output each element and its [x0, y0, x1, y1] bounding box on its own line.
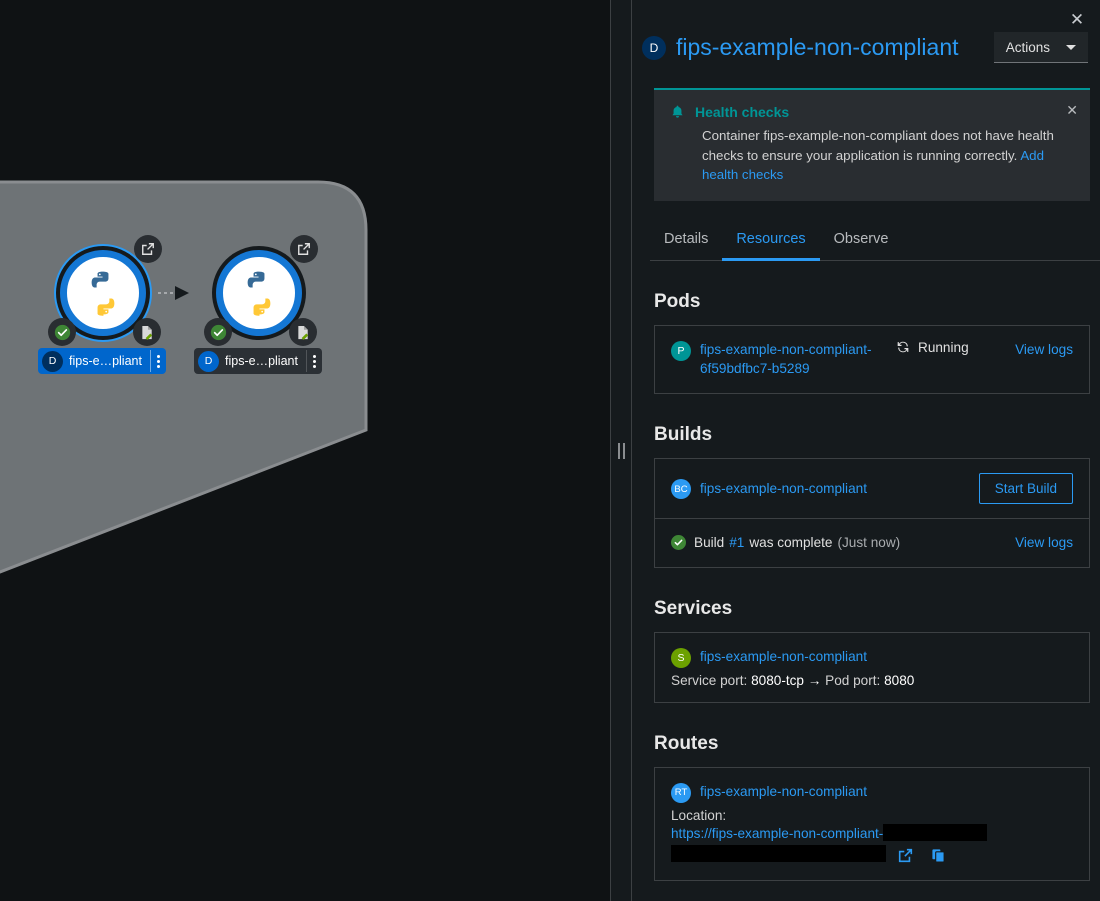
node-label-badge: D	[198, 350, 219, 372]
pod-status-text: Running	[918, 339, 969, 355]
route-name-link[interactable]: fips-example-non-compliant	[700, 782, 867, 802]
node-label-text: fips-e…pliant	[69, 354, 142, 368]
pod-badge-icon: P	[671, 340, 691, 361]
topology-graph	[0, 180, 368, 574]
grip-icon	[617, 442, 625, 459]
node-label-selected[interactable]: D fips-e…pliant	[38, 348, 166, 374]
alert-title-row: Health checks	[670, 104, 1076, 120]
tab-observe[interactable]: Observe	[820, 219, 903, 261]
chevron-down-icon	[1066, 45, 1076, 50]
app-root: D fips-e…pliant D fips-e…pliant ✕ D fips…	[0, 0, 1100, 901]
service-row: S fips-example-non-compliant Service por…	[655, 633, 1089, 702]
bell-icon	[672, 105, 683, 118]
arrow-icon: →	[807, 672, 822, 688]
pods-heading: Pods	[654, 290, 701, 312]
builds-heading: Builds	[654, 424, 713, 445]
external-link-icon[interactable]	[134, 235, 162, 263]
node-context-menu-icon[interactable]	[149, 350, 164, 372]
routes-section: Routes RT fips-example-non-compliant Loc…	[632, 733, 1100, 882]
route-url: https://fips-example-non-compliant-	[671, 823, 1073, 867]
actions-button[interactable]: Actions	[993, 32, 1088, 63]
build-icon[interactable]	[133, 318, 161, 346]
resource-sidebar: ✕ D fips-example-non-compliant Actions H…	[632, 0, 1100, 901]
topology-node-selected[interactable]: D fips-e…pliant	[38, 235, 190, 390]
alert-body: Container fips-example-non-compliant doe…	[702, 126, 1076, 185]
builds-section: Builds BC fips-example-non-compliant Sta…	[632, 424, 1100, 568]
redaction-block	[671, 845, 886, 863]
sidebar-bottom-spacer	[632, 881, 1100, 901]
check-circle-icon	[671, 535, 686, 551]
pods-card: P fips-example-non-compliant-6f59bdfbc7-…	[654, 324, 1090, 394]
build-prefix: Build	[694, 535, 725, 551]
pod-status: Running	[896, 340, 969, 355]
build-number-link[interactable]: #1	[729, 533, 744, 553]
services-heading: Services	[654, 597, 733, 619]
node-label-text: fips-e…pliant	[225, 354, 298, 368]
deployment-icon: D	[642, 35, 666, 60]
health-checks-alert: Health checks ✕ Container fips-example-n…	[654, 88, 1090, 201]
route-row: RT fips-example-non-compliant Location: …	[655, 768, 1089, 881]
page-title: fips-example-non-compliant	[676, 34, 959, 60]
route-location-label: Location:	[671, 807, 727, 823]
buildconfig-name-link[interactable]: fips-example-non-compliant	[700, 479, 867, 499]
tab-details[interactable]: Details	[650, 219, 722, 261]
route-url-visible[interactable]: https://fips-example-non-compliant-	[671, 826, 883, 841]
check-circle-icon	[48, 318, 76, 346]
service-port-label: Service port:	[671, 672, 748, 688]
service-ports: Service port: 8080-tcp → Pod port: 8080	[671, 673, 1073, 688]
node-context-menu-icon[interactable]	[305, 350, 320, 372]
builds-card: BC fips-example-non-compliant Start Buil…	[654, 458, 1090, 568]
sidebar-tabs: Details Resources Observe	[650, 219, 1100, 261]
service-badge-icon: S	[671, 647, 691, 668]
service-name-link[interactable]: fips-example-non-compliant	[700, 647, 867, 667]
tab-resources[interactable]: Resources	[722, 219, 820, 261]
node-label-badge: D	[42, 350, 63, 372]
node-label-unselected[interactable]: D fips-e…pliant	[194, 348, 322, 374]
build-status-text: was complete	[749, 535, 833, 551]
actions-button-label: Actions	[1005, 40, 1050, 55]
copy-icon[interactable]	[931, 848, 946, 864]
build-status: Build #1 was complete (Just now)	[671, 533, 900, 553]
service-port-value: 8080-tcp	[751, 672, 804, 688]
pod-row: P fips-example-non-compliant-6f59bdfbc7-…	[655, 326, 1089, 393]
python-logo-icon	[91, 271, 115, 316]
pod-name-link[interactable]: fips-example-non-compliant-6f59bdfbc7-b5…	[700, 340, 896, 379]
build-view-logs-link[interactable]: View logs	[1015, 533, 1073, 553]
pod-port-label: Pod port:	[825, 672, 881, 688]
external-link-icon[interactable]	[290, 235, 318, 263]
routes-heading: Routes	[654, 732, 719, 754]
build-status-row: Build #1 was complete (Just now) View lo…	[655, 518, 1089, 567]
build-icon[interactable]	[289, 318, 317, 346]
sync-icon	[897, 341, 909, 353]
alert-body-text: Container fips-example-non-compliant doe…	[702, 128, 1054, 163]
sidebar-resize-handle[interactable]	[610, 0, 632, 901]
pod-view-logs-link[interactable]: View logs	[1015, 340, 1073, 360]
build-config-row: BC fips-example-non-compliant Start Buil…	[655, 459, 1089, 518]
pods-section: Pods P fips-example-non-compliant-6f59bd…	[632, 291, 1100, 394]
routes-card: RT fips-example-non-compliant Location: …	[654, 766, 1090, 882]
services-section: Services S fips-example-non-compliant Se…	[632, 598, 1100, 703]
external-link-icon[interactable]	[898, 848, 913, 863]
close-icon[interactable]: ✕	[1064, 6, 1090, 32]
route-badge-icon: RT	[671, 782, 691, 803]
start-build-button[interactable]: Start Build	[978, 473, 1073, 504]
sidebar-header: D fips-example-non-compliant Actions	[632, 0, 1100, 63]
build-time: (Just now)	[837, 535, 901, 551]
python-logo-icon	[247, 271, 271, 316]
alert-title: Health checks	[695, 104, 790, 120]
alert-close-icon[interactable]: ✕	[1066, 103, 1078, 117]
redaction-block	[883, 823, 988, 841]
topology-canvas[interactable]: D fips-e…pliant D fips-e…pliant	[0, 0, 610, 901]
pod-identity: P fips-example-non-compliant-6f59bdfbc7-…	[671, 340, 896, 379]
check-circle-icon	[204, 318, 232, 346]
pod-port-value: 8080	[884, 672, 915, 688]
buildconfig-badge-icon: BC	[671, 479, 691, 499]
topology-node-unselected[interactable]: D fips-e…pliant	[194, 235, 346, 390]
services-card: S fips-example-non-compliant Service por…	[654, 631, 1090, 703]
